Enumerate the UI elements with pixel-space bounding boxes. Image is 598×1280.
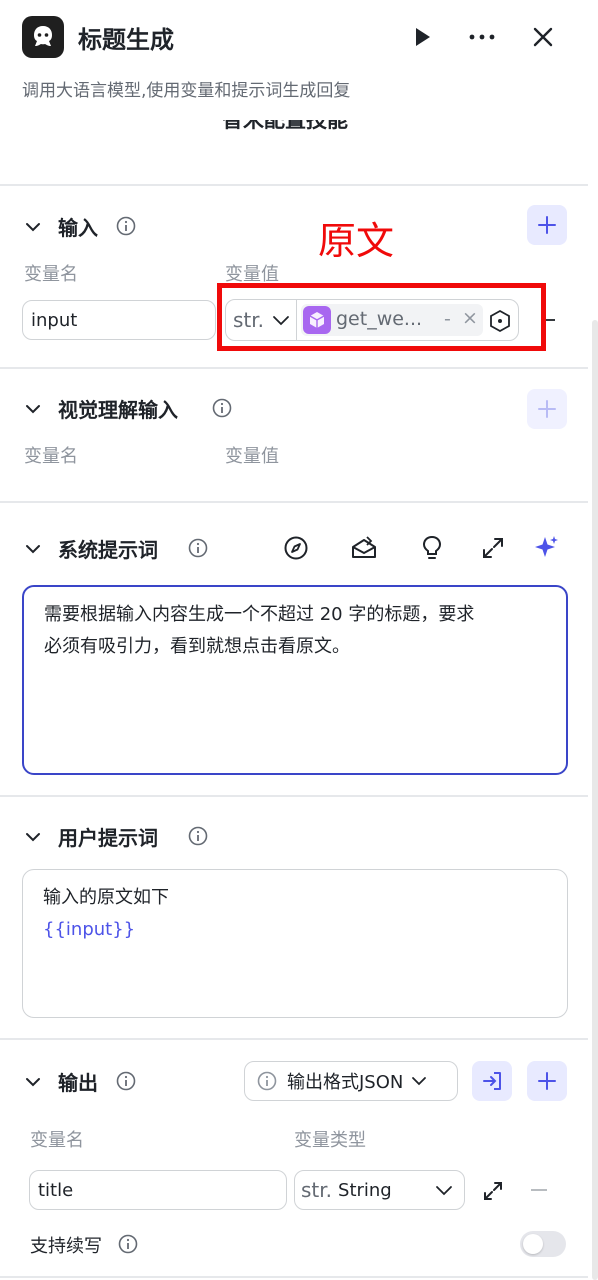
ai-optimize-icon[interactable] [532, 534, 560, 562]
info-icon[interactable] [118, 1234, 138, 1254]
scrollbar[interactable] [592, 320, 598, 1280]
output-var-type-select[interactable]: str. String [294, 1170, 465, 1210]
user-prompt-editor[interactable]: 输入的原文如下 {{input}} [22, 869, 568, 1018]
chevron-down-icon[interactable] [24, 1073, 42, 1091]
chevron-down-icon[interactable] [24, 218, 42, 236]
import-icon [483, 1072, 501, 1090]
user-prompt-line: 输入的原文如下 [43, 887, 169, 908]
col-var-value: 变量值 [225, 446, 279, 467]
col-var-name: 变量名 [24, 446, 78, 467]
user-prompt-title: 用户提示词 [58, 826, 158, 850]
add-vision-input-button[interactable] [527, 389, 567, 429]
info-icon [257, 1071, 277, 1091]
chevron-down-icon [412, 1077, 427, 1086]
variable-token: {{input}} [43, 919, 136, 940]
system-prompt-line: 必须有吸引力，看到就想点击看原文。 [44, 636, 350, 657]
type-label: String [338, 1179, 392, 1201]
input-section-title: 输入 [58, 216, 98, 240]
more-button[interactable] [465, 20, 499, 54]
remove-row-icon[interactable] [530, 1188, 548, 1192]
import-output-button[interactable] [472, 1061, 512, 1101]
continue-write-toggle[interactable] [520, 1231, 566, 1257]
more-dots-icon [469, 34, 495, 40]
expand-icon[interactable] [482, 1180, 504, 1202]
annotation-label: 原文 [318, 219, 395, 263]
system-prompt-title: 系统提示词 [58, 538, 158, 562]
ghost-icon [34, 26, 52, 46]
annotation-box [217, 283, 546, 351]
section-divider [0, 1276, 588, 1278]
chevron-down-icon [436, 1186, 452, 1196]
close-icon [533, 27, 553, 47]
toggle-knob [523, 1234, 543, 1254]
close-button[interactable] [526, 20, 560, 54]
node-description: 调用大语言模型,使用变量和提示词生成回复 [22, 81, 351, 101]
info-icon[interactable] [116, 1071, 136, 1091]
lightbulb-icon[interactable] [418, 534, 446, 562]
add-output-button[interactable] [527, 1061, 567, 1101]
info-icon[interactable] [116, 216, 136, 236]
play-icon [416, 28, 430, 46]
continue-write-label: 支持续写 [30, 1236, 102, 1257]
output-var-name-field[interactable]: title [29, 1170, 287, 1210]
node-logo [22, 16, 64, 58]
compass-icon[interactable] [282, 534, 310, 562]
system-prompt-editor[interactable]: 需要根据输入内容生成一个不超过 20 字的标题，要求 必须有吸引力，看到就想点击… [22, 585, 568, 775]
plus-icon [538, 1072, 556, 1090]
col-var-name: 变量名 [30, 1130, 84, 1151]
chevron-down-icon[interactable] [24, 828, 42, 846]
chevron-down-icon[interactable] [24, 540, 42, 558]
expand-icon[interactable] [479, 534, 507, 562]
section-divider [0, 184, 588, 186]
plus-icon [538, 400, 556, 418]
section-divider [0, 501, 588, 503]
section-divider [0, 367, 588, 369]
input-var-name-field[interactable]: input [22, 300, 216, 340]
plus-icon [538, 216, 556, 234]
node-title[interactable]: 标题生成 [78, 20, 174, 55]
info-icon[interactable] [188, 826, 208, 846]
info-icon[interactable] [188, 538, 208, 558]
vision-section-title: 视觉理解输入 [58, 398, 178, 422]
output-section-title: 输出 [58, 1071, 98, 1095]
type-prefix: str. [301, 1178, 333, 1202]
output-format-label: 输出格式JSON [287, 1072, 404, 1093]
section-divider [0, 795, 588, 797]
chevron-down-icon[interactable] [24, 400, 42, 418]
col-var-name: 变量名 [24, 264, 78, 285]
output-format-select[interactable]: 输出格式JSON [244, 1061, 458, 1101]
run-button[interactable] [405, 20, 439, 54]
add-input-button[interactable] [527, 205, 567, 245]
panel-header: 标题生成 调用大语言模型,使用变量和提示词生成回复 [0, 0, 598, 120]
col-var-type: 变量类型 [294, 1130, 366, 1151]
section-divider [0, 1038, 588, 1040]
info-icon[interactable] [212, 398, 232, 418]
prompt-library-icon[interactable] [350, 534, 378, 562]
system-prompt-line: 需要根据输入内容生成一个不超过 20 字的标题，要求 [44, 604, 475, 625]
